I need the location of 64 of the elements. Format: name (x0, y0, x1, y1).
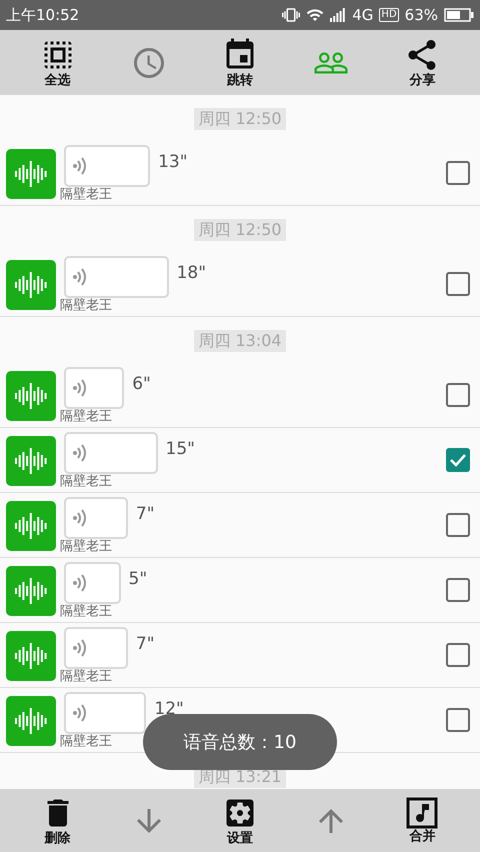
sound-wave-icon (14, 381, 48, 411)
voice-bubble[interactable] (64, 692, 146, 734)
sender-name: 隔壁老王 (60, 299, 113, 313)
toast-message: 语音总数：10 (143, 714, 337, 770)
voice-duration: 13" (158, 152, 188, 172)
status-time: 上午10:52 (6, 6, 80, 24)
vibrate-icon (282, 6, 300, 24)
sender-name: 隔壁老王 (60, 188, 113, 202)
sender-name: 隔壁老王 (60, 670, 113, 684)
sender-name: 隔壁老王 (60, 410, 113, 424)
checkbox[interactable] (446, 708, 470, 732)
delete-button[interactable]: 删除 (40, 795, 76, 846)
sound-wave-icon (14, 270, 48, 300)
checkbox[interactable] (446, 513, 470, 537)
voice-duration: 7" (136, 504, 155, 524)
merge-button[interactable]: 合并 (406, 797, 438, 844)
network-type: 4G (352, 6, 374, 24)
speaker-wave-icon (72, 508, 88, 528)
battery-percent: 63% (404, 6, 438, 24)
checkbox[interactable] (446, 578, 470, 602)
share-button[interactable]: 分享 (404, 37, 440, 88)
voice-bubble[interactable] (64, 367, 124, 409)
hd-badge: HD (379, 8, 399, 22)
date-label: 周四 12:50 (194, 108, 286, 130)
sound-wave-icon (14, 159, 48, 189)
voice-bubble[interactable] (64, 562, 120, 604)
checkbox[interactable] (446, 643, 470, 667)
signal-icon (330, 8, 346, 22)
calendar-button[interactable]: 跳转 (222, 37, 258, 88)
date-label: 周四 12:50 (194, 219, 286, 241)
checkmark-icon (449, 453, 467, 467)
select-all-button[interactable]: 全选 (40, 37, 76, 88)
speaker-wave-icon (72, 443, 88, 463)
voice-bubble[interactable] (64, 627, 128, 669)
voice-duration: 5" (128, 569, 148, 589)
sender-name: 隔壁老王 (60, 735, 113, 749)
voice-bubble[interactable] (64, 145, 150, 187)
checkbox[interactable] (446, 448, 470, 472)
speaker-wave-icon (72, 267, 88, 287)
checkbox[interactable] (446, 383, 470, 407)
speaker-wave-icon (72, 573, 88, 593)
sound-wave-icon (14, 446, 48, 476)
speaker-wave-icon (72, 638, 88, 658)
speaker-wave-icon (72, 703, 88, 723)
sound-wave-icon (14, 641, 48, 671)
checkbox[interactable] (446, 161, 470, 185)
speaker-wave-icon (72, 156, 88, 176)
voice-bubble[interactable] (64, 497, 128, 539)
sound-wave-icon (14, 576, 48, 606)
voice-duration: 18" (176, 263, 206, 283)
voice-duration: 7" (136, 634, 155, 654)
checkbox[interactable] (446, 272, 470, 296)
voice-duration: 6" (132, 374, 151, 394)
sound-wave-icon (14, 706, 48, 736)
date-label: 周四 13:04 (194, 330, 286, 352)
sound-wave-icon (14, 511, 48, 541)
settings-button[interactable]: 设置 (222, 795, 258, 846)
music-note-icon (406, 797, 438, 829)
battery-icon (444, 8, 474, 22)
sender-name: 隔壁老王 (60, 540, 113, 554)
voice-duration: 15" (166, 439, 195, 459)
speaker-wave-icon (72, 378, 88, 398)
sender-name: 隔壁老王 (60, 605, 113, 619)
sender-name: 隔壁老王 (60, 475, 113, 489)
